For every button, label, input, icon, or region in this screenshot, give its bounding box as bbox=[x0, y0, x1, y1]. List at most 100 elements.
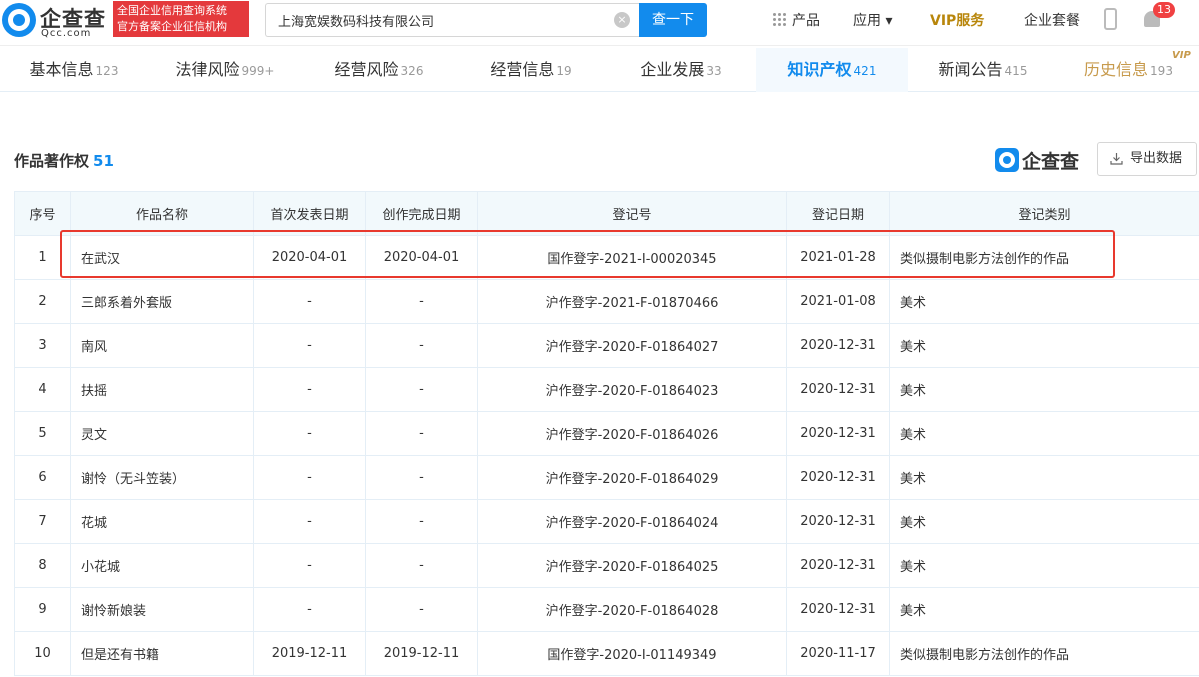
cell-first-publish-date: - bbox=[253, 455, 366, 500]
cell-registration-date: 2021-01-08 bbox=[786, 279, 890, 324]
cell-registration-number: 沪作登字-2021-F-01870466 bbox=[477, 279, 787, 324]
copyright-table: 序号 作品名称 首次发表日期 创作完成日期 登记号 登记日期 登记类别 1 在武… bbox=[14, 191, 1199, 676]
cell-work-name[interactable]: 灵文 bbox=[70, 411, 254, 456]
cell-work-name[interactable]: 小花城 bbox=[70, 543, 254, 588]
cell-index: 10 bbox=[14, 631, 71, 676]
cell-registration-number: 沪作登字-2020-F-01864027 bbox=[477, 323, 787, 368]
export-label: 导出数据 bbox=[1130, 151, 1183, 166]
cell-work-name[interactable]: 三郎系着外套版 bbox=[70, 279, 254, 324]
cell-registration-category: 美术 bbox=[889, 323, 1199, 368]
tab-count: 33 bbox=[706, 64, 722, 78]
badge-line-1: 全国企业信用查询系统 bbox=[117, 4, 227, 17]
phone-icon[interactable] bbox=[1104, 8, 1117, 30]
cell-registration-number: 沪作登字-2020-F-01864023 bbox=[477, 367, 787, 412]
cell-first-publish-date: - bbox=[253, 323, 366, 368]
badge-line-2: 官方备案企业征信机构 bbox=[117, 20, 227, 33]
cell-index: 8 bbox=[14, 543, 71, 588]
nav-enterprise-package[interactable]: 企业套餐 bbox=[1024, 10, 1080, 30]
cell-index: 3 bbox=[14, 323, 71, 368]
header-work-name: 作品名称 bbox=[70, 191, 254, 236]
cell-completion-date: - bbox=[365, 367, 478, 412]
clear-icon[interactable]: × bbox=[614, 12, 630, 28]
tab-basic-info[interactable]: 基本信息 123 bbox=[0, 48, 148, 92]
header-registration-number: 登记号 bbox=[477, 191, 787, 236]
tab-count: 19 bbox=[556, 64, 572, 78]
cell-completion-date: - bbox=[365, 499, 478, 544]
nav-products[interactable]: 产品 bbox=[792, 10, 820, 30]
table-row: 4 扶摇 - - 沪作登字-2020-F-01864023 2020-12-31… bbox=[14, 367, 1199, 412]
table-header-row: 序号 作品名称 首次发表日期 创作完成日期 登记号 登记日期 登记类别 bbox=[14, 191, 1199, 236]
qcc-logo-icon bbox=[995, 148, 1019, 172]
qcc-brand-text: 企查查 bbox=[1022, 151, 1080, 173]
table-row: 3 南风 - - 沪作登字-2020-F-01864027 2020-12-31… bbox=[14, 323, 1199, 368]
tab-label: 企业发展 bbox=[640, 60, 705, 79]
tab-legal-risk[interactable]: 法律风险 999+ bbox=[148, 48, 302, 92]
tab-label: 经营信息 bbox=[490, 60, 555, 79]
vip-tag: VIP bbox=[1172, 50, 1191, 61]
cell-completion-date: 2020-04-01 bbox=[365, 235, 478, 280]
table-row: 5 灵文 - - 沪作登字-2020-F-01864026 2020-12-31… bbox=[14, 411, 1199, 456]
cell-registration-number: 沪作登字-2020-F-01864024 bbox=[477, 499, 787, 544]
nav-vip-service[interactable]: VIP服务 bbox=[930, 10, 984, 30]
cell-completion-date: - bbox=[365, 411, 478, 456]
cell-work-name[interactable]: 扶摇 bbox=[70, 367, 254, 412]
cell-first-publish-date: - bbox=[253, 499, 366, 544]
tab-intellectual-property[interactable]: 知识产权 421 bbox=[756, 48, 908, 92]
cell-registration-number: 沪作登字-2020-F-01864025 bbox=[477, 543, 787, 588]
cell-registration-date: 2021-01-28 bbox=[786, 235, 890, 280]
official-badge[interactable]: 全国企业信用查询系统 官方备案企业征信机构 bbox=[113, 1, 249, 37]
section-title: 作品著作权 51 bbox=[14, 150, 114, 171]
cell-registration-category: 美术 bbox=[889, 455, 1199, 500]
table-row: 1 在武汉 2020-04-01 2020-04-01 国作登字-2021-I-… bbox=[14, 235, 1199, 280]
cell-work-name[interactable]: 南风 bbox=[70, 323, 254, 368]
cell-index: 4 bbox=[14, 367, 71, 412]
notification-badge: 13 bbox=[1153, 2, 1175, 18]
download-icon bbox=[1110, 153, 1123, 165]
search-input[interactable] bbox=[265, 3, 639, 37]
tab-business-info[interactable]: 经营信息 19 bbox=[456, 48, 606, 92]
cell-index: 5 bbox=[14, 411, 71, 456]
qcc-watermark-logo: 企查查 bbox=[995, 147, 1087, 173]
section-count: 51 bbox=[93, 152, 114, 170]
cell-work-name[interactable]: 谢怜（无斗笠装） bbox=[70, 455, 254, 500]
cell-first-publish-date: - bbox=[253, 543, 366, 588]
cell-work-name[interactable]: 花城 bbox=[70, 499, 254, 544]
tab-label: 法律风险 bbox=[175, 60, 240, 79]
cell-work-name[interactable]: 在武汉 bbox=[70, 235, 254, 280]
tab-count: 999+ bbox=[241, 64, 275, 78]
cell-first-publish-date: - bbox=[253, 279, 366, 324]
cell-work-name[interactable]: 但是还有书籍 bbox=[70, 631, 254, 676]
table-row: 2 三郎系着外套版 - - 沪作登字-2021-F-01870466 2021-… bbox=[14, 279, 1199, 324]
cell-work-name[interactable]: 谢怜新娘装 bbox=[70, 587, 254, 632]
header-completion-date: 创作完成日期 bbox=[365, 191, 478, 236]
section-title-text: 作品著作权 bbox=[14, 152, 90, 170]
export-data-button[interactable]: 导出数据 bbox=[1097, 142, 1197, 176]
cell-registration-date: 2020-12-31 bbox=[786, 543, 890, 588]
tab-label: 历史信息 bbox=[1084, 60, 1149, 79]
cell-registration-number: 国作登字-2021-I-00020345 bbox=[477, 235, 787, 280]
qcc-logo[interactable]: 企查查 Qcc.com bbox=[2, 2, 110, 42]
cell-first-publish-date: - bbox=[253, 411, 366, 456]
cell-index: 9 bbox=[14, 587, 71, 632]
cell-registration-category: 美术 bbox=[889, 367, 1199, 412]
tab-development[interactable]: 企业发展 33 bbox=[606, 48, 756, 92]
nav-apps[interactable]: 应用 ▾ bbox=[853, 10, 892, 30]
cell-completion-date: - bbox=[365, 323, 478, 368]
company-tabs: 基本信息 123 法律风险 999+ 经营风险 326 经营信息 19 企业发展 33 知… bbox=[0, 48, 1199, 92]
tab-business-risk[interactable]: 经营风险 326 bbox=[302, 48, 456, 92]
table-row: 7 花城 - - 沪作登字-2020-F-01864024 2020-12-31… bbox=[14, 499, 1199, 544]
search-button[interactable]: 查一下 bbox=[639, 3, 707, 37]
cell-registration-date: 2020-12-31 bbox=[786, 367, 890, 412]
table-row: 9 谢怜新娘装 - - 沪作登字-2020-F-01864028 2020-12… bbox=[14, 587, 1199, 632]
cell-registration-category: 美术 bbox=[889, 411, 1199, 456]
grid-icon bbox=[773, 13, 786, 26]
cell-registration-category: 美术 bbox=[889, 543, 1199, 588]
table-row: 6 谢怜（无斗笠装） - - 沪作登字-2020-F-01864029 2020… bbox=[14, 455, 1199, 500]
header-index: 序号 bbox=[14, 191, 71, 236]
tab-news[interactable]: 新闻公告 415 bbox=[908, 48, 1058, 92]
cell-registration-number: 沪作登字-2020-F-01864026 bbox=[477, 411, 787, 456]
cell-first-publish-date: - bbox=[253, 587, 366, 632]
table-row: 10 但是还有书籍 2019-12-11 2019-12-11 国作登字-202… bbox=[14, 631, 1199, 676]
tab-count: 421 bbox=[853, 64, 877, 78]
cell-completion-date: 2019-12-11 bbox=[365, 631, 478, 676]
